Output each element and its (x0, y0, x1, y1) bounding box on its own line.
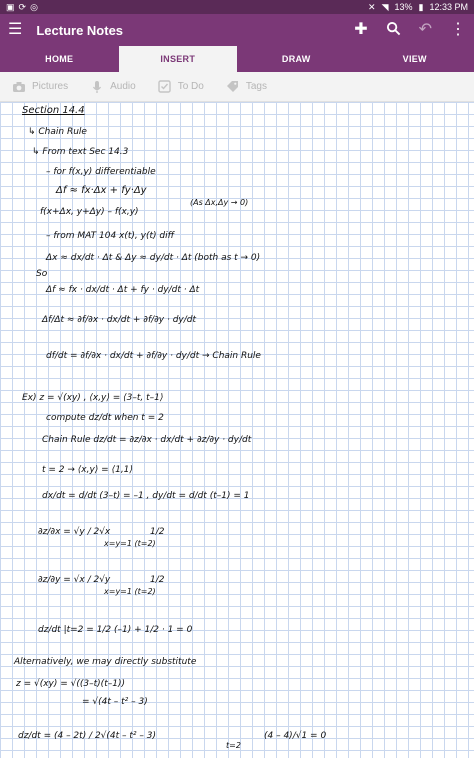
note-line: Ex) z = √(xy) , ⟨x,y⟩ = ⟨3–t, t–1⟩ (22, 393, 164, 403)
battery-icon: ▮ (418, 1, 424, 12)
insert-pictures-button[interactable]: Pictures (12, 80, 68, 94)
note-line: ↳ From text Sec 14.3 (32, 147, 129, 157)
note-line: = √(4t – t² – 3) (82, 697, 148, 707)
note-line: 1/2 (150, 527, 165, 537)
note-line: ∂z/∂y = √x / 2√y (38, 575, 111, 585)
note-line: Δf ≈ fx · dx/dt · Δt + fy · dy/dt · Δt (46, 285, 200, 295)
tab-view[interactable]: VIEW (356, 46, 474, 72)
insert-audio-button[interactable]: Audio (90, 80, 136, 94)
wifi-icon: ◥ (381, 1, 389, 12)
tags-label: Tags (245, 81, 267, 92)
audio-label: Audio (110, 81, 136, 92)
note-canvas[interactable]: Section 14.4 ↳ Chain Rule ↳ From text Se… (0, 102, 474, 758)
page-title: Lecture Notes (36, 22, 124, 38)
tab-insert[interactable]: INSERT (118, 46, 237, 72)
note-line: f(x+Δx, y+Δy) – f(x,y) (40, 207, 139, 217)
insert-toolbar: Pictures Audio To Do Tags (0, 72, 474, 102)
tag-icon (226, 80, 240, 94)
add-icon[interactable]: ✚ (354, 22, 367, 38)
note-line: Δf/Δt ≈ ∂f/∂x · dx/dt + ∂f/∂y · dy/dt (42, 315, 197, 325)
note-line: dx/dt = d/dt (3–t) = –1 , dy/dt = d/dt (… (42, 491, 250, 501)
note-line: Alternatively, we may directly substitut… (14, 657, 197, 667)
battery-level: 13% (394, 2, 413, 12)
note-line: 1/2 (150, 575, 165, 585)
notification-icon: ▣ (6, 1, 15, 12)
note-line: z = √(xy) = √((3–t)(t–1)) (16, 679, 125, 689)
note-line: Section 14.4 (22, 105, 85, 116)
sync-icon: ⟳ (18, 1, 27, 12)
camera-icon (12, 80, 26, 94)
mute-icon: ✕ (368, 1, 376, 12)
insert-tags-button[interactable]: Tags (226, 80, 267, 94)
todo-label: To Do (177, 81, 204, 92)
more-options-icon[interactable]: ⋮ (450, 22, 466, 38)
clock: 12:33 PM (429, 2, 468, 12)
checkbox-icon (158, 80, 172, 94)
note-line: Δx ≈ dx/dt · Δt & Δy ≈ dy/dt · Δt (both … (46, 253, 261, 263)
note-line: x=y=1 (t=2) (104, 539, 156, 548)
note-line: – from MAT 104 x(t), y(t) diff (46, 231, 175, 241)
menu-icon[interactable]: ☰ (8, 22, 22, 38)
note-line: df/dt = ∂f/∂x · dx/dt + ∂f/∂y · dy/dt → … (46, 351, 261, 361)
search-icon[interactable] (386, 21, 401, 40)
insert-todo-button[interactable]: To Do (158, 80, 204, 94)
note-line: x=y=1 (t=2) (104, 587, 156, 596)
note-line: – for f(x,y) differentiable (46, 167, 156, 177)
note-line: dz/dt = (4 – 2t) / 2√(4t – t² – 3) (18, 731, 156, 741)
microphone-icon (90, 80, 104, 94)
note-line: Δf ≈ fx·Δx + fy·Δy (56, 185, 147, 196)
note-line: (4 – 4)/√1 = 0 (264, 731, 327, 741)
note-line: Chain Rule dz/dt = ∂z/∂x · dx/dt + ∂z/∂y… (42, 435, 252, 445)
note-line: ∂z/∂x = √y / 2√x (38, 527, 111, 537)
note-line: So (36, 269, 48, 279)
pictures-label: Pictures (32, 81, 69, 92)
app-icon: ◎ (30, 1, 38, 12)
tab-draw[interactable]: DRAW (237, 46, 356, 72)
note-line: compute dz/dt when t = 2 (46, 413, 164, 423)
note-line: t=2 (226, 741, 241, 750)
note-line: (As Δx,Δy → 0) (190, 198, 249, 207)
tab-home[interactable]: HOME (0, 46, 119, 72)
app-bar: ☰ Lecture Notes ✚ ↶ ⋮ (0, 14, 474, 46)
status-bar: ▣ ⟳ ◎ ✕ ◥ 13% ▮ 12:33 PM (0, 0, 474, 14)
note-line: t = 2 → ⟨x,y⟩ = ⟨1,1⟩ (42, 465, 133, 475)
undo-icon[interactable]: ↶ (419, 22, 432, 38)
note-line: dz/dt |t=2 = 1/2 (–1) + 1/2 · 1 = 0 (38, 625, 193, 635)
note-line: ↳ Chain Rule (28, 127, 87, 137)
ribbon-tabs: HOME INSERT DRAW VIEW (0, 46, 474, 72)
